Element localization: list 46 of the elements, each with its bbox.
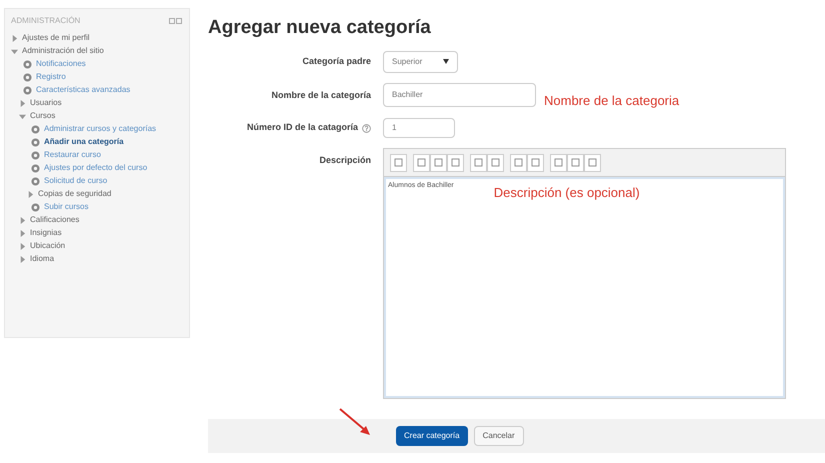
toolbar-button[interactable]: [527, 154, 544, 172]
field-label: Número ID de la catagoría: [246, 121, 358, 134]
sidebar-item[interactable]: Idioma: [30, 253, 54, 264]
sidebar-link[interactable]: Notificaciones: [36, 58, 86, 69]
create-button[interactable]: Crear categoría: [396, 426, 468, 446]
toolbar-button[interactable]: [567, 154, 584, 172]
toolbar-button[interactable]: [584, 154, 601, 172]
toolbar-button[interactable]: [510, 154, 527, 172]
annotation: Nombre de la categoria: [544, 92, 680, 110]
toolbar-button[interactable]: [447, 154, 464, 172]
arrow-icon: [338, 407, 372, 437]
sidebar-link[interactable]: Registro: [36, 71, 66, 82]
field-label: Categoría padre: [302, 56, 371, 66]
sidebar-link[interactable]: Solicitud de curso: [44, 175, 108, 186]
sidebar-item[interactable]: Ubicación: [30, 240, 66, 251]
sidebar-item[interactable]: Administración del sitio: [22, 45, 104, 56]
id-field[interactable]: 1: [383, 118, 455, 138]
sidebar-item[interactable]: Insignias: [30, 227, 62, 238]
sidebar-link[interactable]: Restaurar curso: [44, 149, 101, 160]
annotation: Descripción (es opcional): [494, 184, 640, 202]
sidebar-item[interactable]: Usuarios: [30, 97, 62, 108]
toolbar-button[interactable]: [470, 154, 487, 172]
toolbar-button[interactable]: [487, 154, 504, 172]
page-title: Agregar nueva categoría: [208, 16, 432, 40]
sidebar-link[interactable]: Características avanzadas: [36, 84, 130, 95]
cancel-button[interactable]: Cancelar: [474, 426, 524, 446]
sidebar-item[interactable]: Cursos: [30, 110, 56, 121]
sidebar-link[interactable]: Añadir una categoría: [44, 136, 124, 147]
name-field[interactable]: Bachiller: [383, 83, 536, 108]
sidebar-item[interactable]: Calificaciones: [30, 214, 80, 225]
field-label: Descripción: [318, 154, 371, 167]
parent-select[interactable]: Superior: [383, 50, 458, 72]
sidebar-item[interactable]: Ajustes de mi perfil: [22, 32, 90, 43]
toolbar-button[interactable]: [390, 154, 407, 172]
sidebar-item[interactable]: Copias de seguridad: [38, 188, 112, 199]
toolbar-button[interactable]: [413, 154, 430, 172]
sidebar-link[interactable]: Administrar cursos y categorías: [44, 123, 156, 134]
dock-icon[interactable]: [169, 18, 183, 24]
toolbar-button[interactable]: [430, 154, 447, 172]
sidebar-link[interactable]: Ajustes por defecto del curso: [44, 162, 148, 173]
dropdown-icon: [443, 59, 449, 64]
sidebar-title: ADMINISTRACIÓN: [11, 15, 80, 27]
help-icon[interactable]: [362, 124, 371, 132]
toolbar-button[interactable]: [550, 154, 567, 172]
field-label: Nombre de la categoría: [271, 90, 371, 100]
sidebar-link[interactable]: Subir cursos: [44, 201, 88, 212]
